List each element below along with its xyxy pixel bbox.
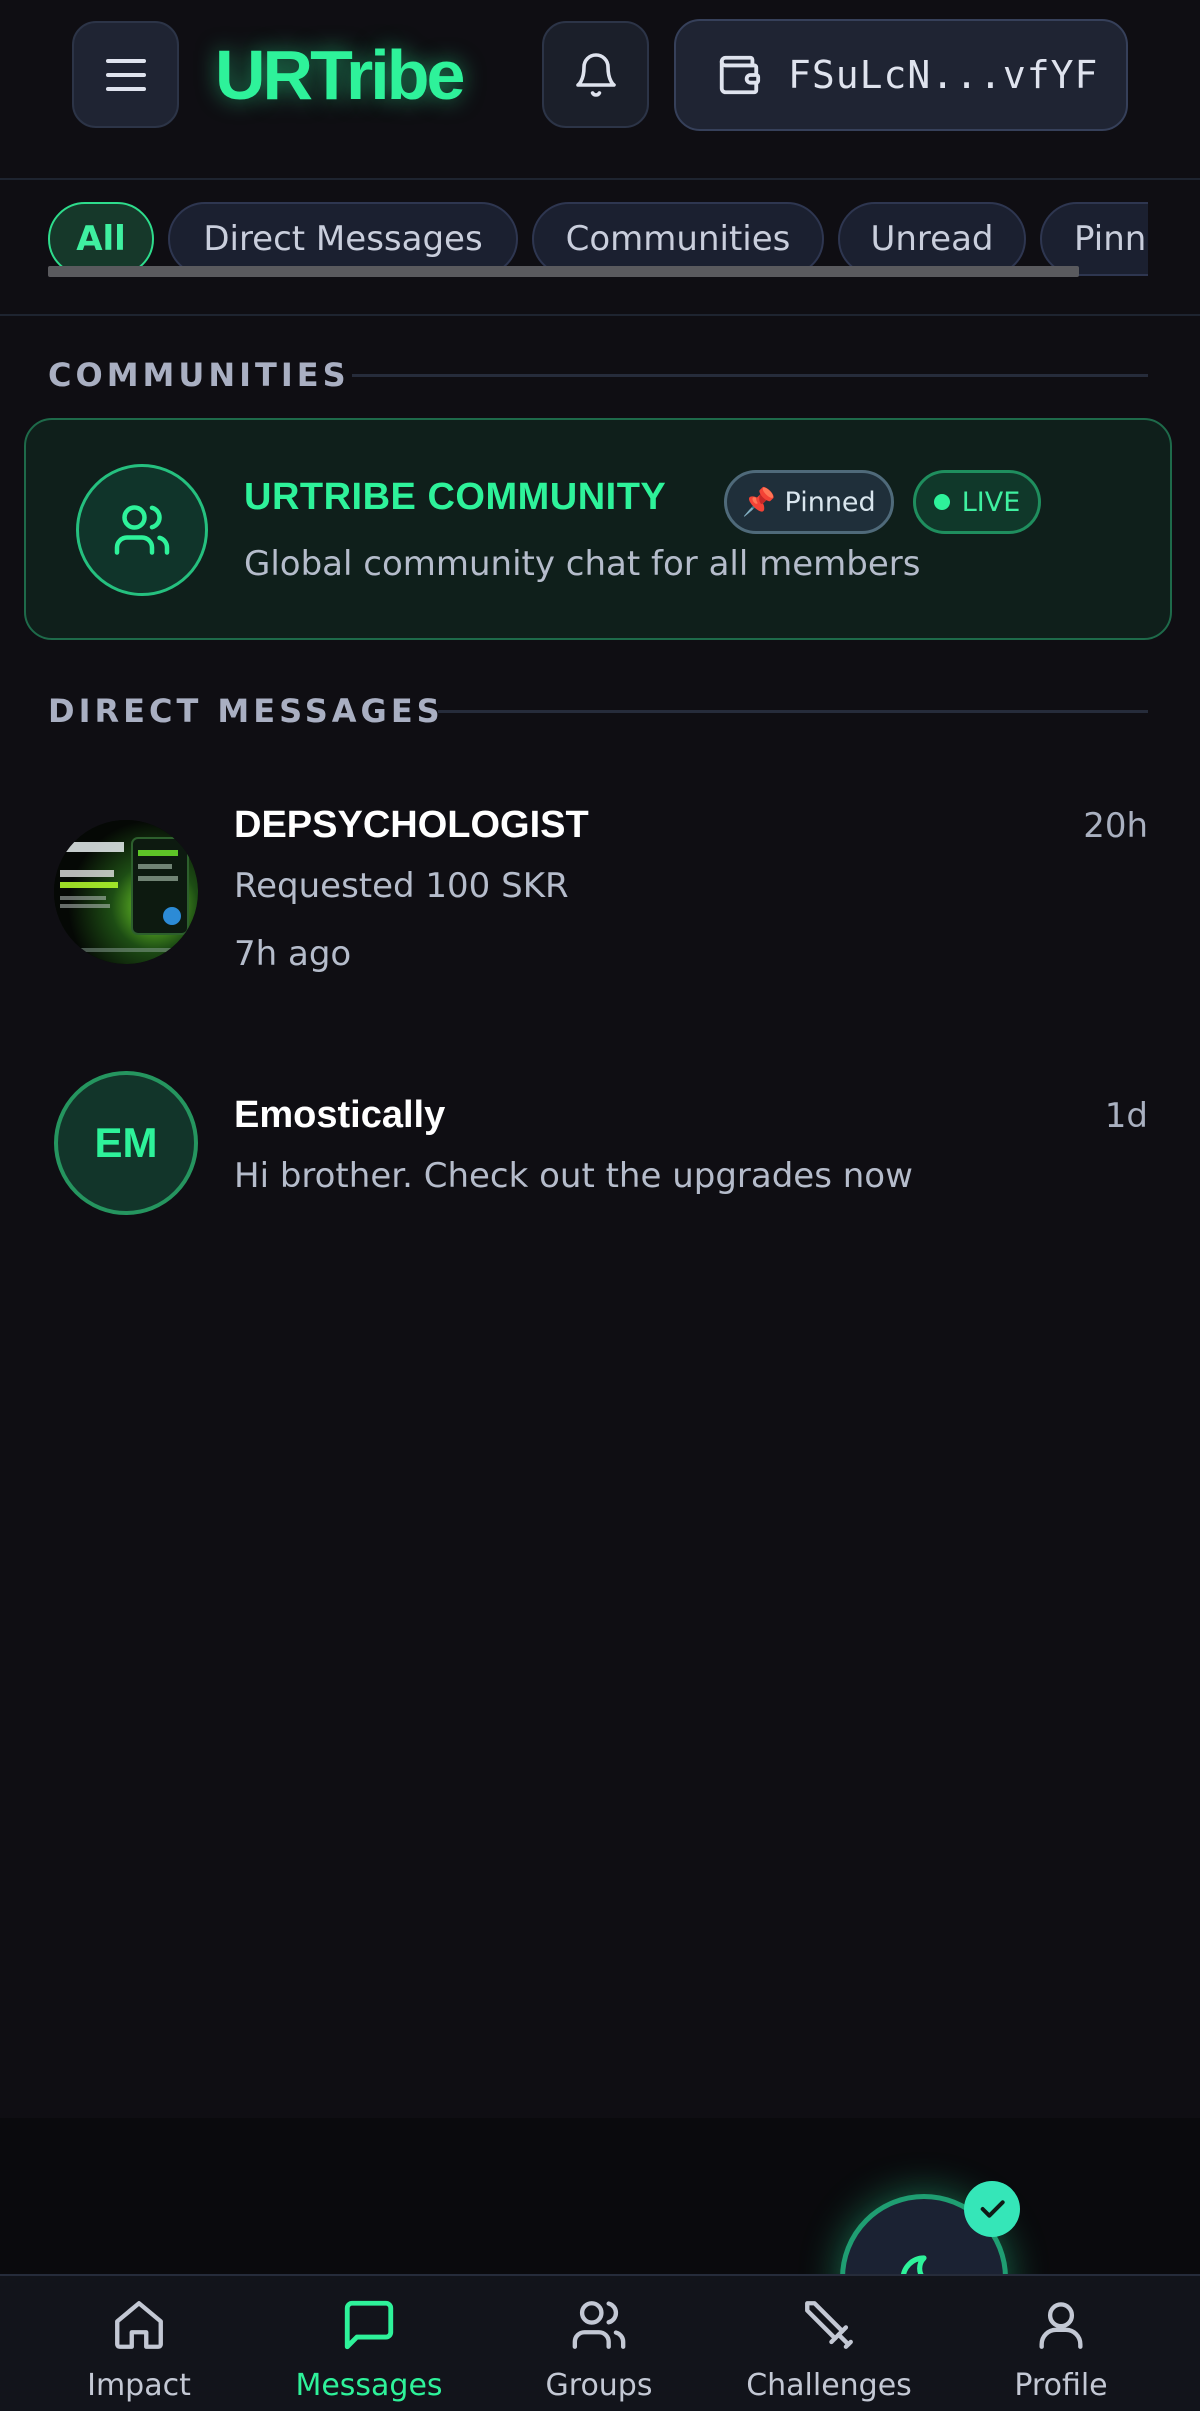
dm-time: 1d — [1104, 1096, 1148, 1136]
section-divider — [438, 710, 1148, 713]
home-icon — [115, 2301, 163, 2349]
direct-messages-section-title: DIRECT MESSAGES — [48, 692, 444, 730]
app-logo: URTribe — [215, 36, 465, 114]
wallet-address: FSuLcN...vfYF — [788, 53, 1099, 97]
avatar-image — [54, 820, 198, 964]
fab-strip — [0, 2118, 1200, 2276]
live-badge: LIVE — [913, 470, 1041, 534]
live-dot-icon — [933, 494, 950, 510]
menu-button[interactable] — [72, 21, 179, 128]
dm-subtext: 7h ago — [234, 934, 352, 974]
user-icon — [1039, 2302, 1083, 2349]
dm-row[interactable]: DEPSYCHOLOGIST 20h Requested 100 SKR 7h … — [0, 760, 1200, 1000]
check-icon — [964, 2181, 1020, 2237]
community-card[interactable]: URTRIBE COMMUNITY 📌 Pinned LIVE Global c… — [24, 418, 1172, 640]
tab-unread[interactable]: Unread — [838, 202, 1026, 276]
tab-pinned[interactable]: Pinned — [1040, 202, 1148, 276]
dm-name: Emostically — [234, 1094, 446, 1136]
dm-time: 20h — [1083, 806, 1148, 846]
bell-icon — [575, 52, 616, 97]
filter-tabs-bar: All Direct Messages Communities Unread P… — [0, 182, 1200, 316]
nav-item-impact[interactable]: Impact — [24, 2296, 254, 2403]
dm-preview: Requested 100 SKR — [234, 866, 569, 906]
nav-item-challenges[interactable]: Challenges — [714, 2296, 944, 2403]
dm-preview: Hi brother. Check out the upgrades now — [234, 1156, 913, 1196]
hamburger-icon — [105, 58, 146, 91]
nav-item-profile[interactable]: Profile — [946, 2296, 1176, 2403]
users-icon — [114, 505, 170, 555]
nav-label: Impact — [87, 2368, 191, 2403]
avatar: EM — [54, 1071, 198, 1215]
communities-section-title: COMMUNITIES — [48, 356, 350, 394]
nav-item-messages[interactable]: Messages — [254, 2296, 484, 2403]
wallet-button[interactable]: FSuLcN...vfYF — [674, 19, 1128, 131]
notifications-button[interactable] — [542, 21, 649, 128]
sword-icon — [805, 2301, 853, 2349]
pinned-badge: 📌 Pinned — [724, 470, 894, 534]
nav-label: Groups — [545, 2368, 653, 2403]
live-label: LIVE — [961, 486, 1021, 518]
avatar — [54, 820, 198, 964]
dm-row[interactable]: EM Emostically 1d Hi brother. Check out … — [0, 1050, 1200, 1230]
section-divider — [352, 374, 1148, 377]
tab-all[interactable]: All — [48, 202, 154, 276]
top-header: URTribe FSuLcN...vfYF — [0, 0, 1200, 180]
nav-label: Profile — [1014, 2368, 1108, 2403]
nav-item-groups[interactable]: Groups — [484, 2296, 714, 2403]
tab-direct-messages[interactable]: Direct Messages — [168, 202, 518, 276]
community-description: Global community chat for all members — [244, 544, 921, 584]
nav-label: Messages — [295, 2368, 443, 2403]
community-avatar — [76, 464, 208, 596]
tab-communities[interactable]: Communities — [532, 202, 824, 276]
wallet-icon — [719, 55, 761, 95]
dm-name: DEPSYCHOLOGIST — [234, 804, 589, 846]
bottom-nav: Impact Messages Groups Challenges Profil… — [0, 2274, 1200, 2411]
chat-icon — [344, 2300, 394, 2350]
community-name: URTRIBE COMMUNITY — [244, 476, 667, 518]
tabs-scrollbar[interactable] — [48, 266, 1079, 277]
users-icon — [572, 2301, 626, 2349]
nav-label: Challenges — [746, 2368, 912, 2403]
